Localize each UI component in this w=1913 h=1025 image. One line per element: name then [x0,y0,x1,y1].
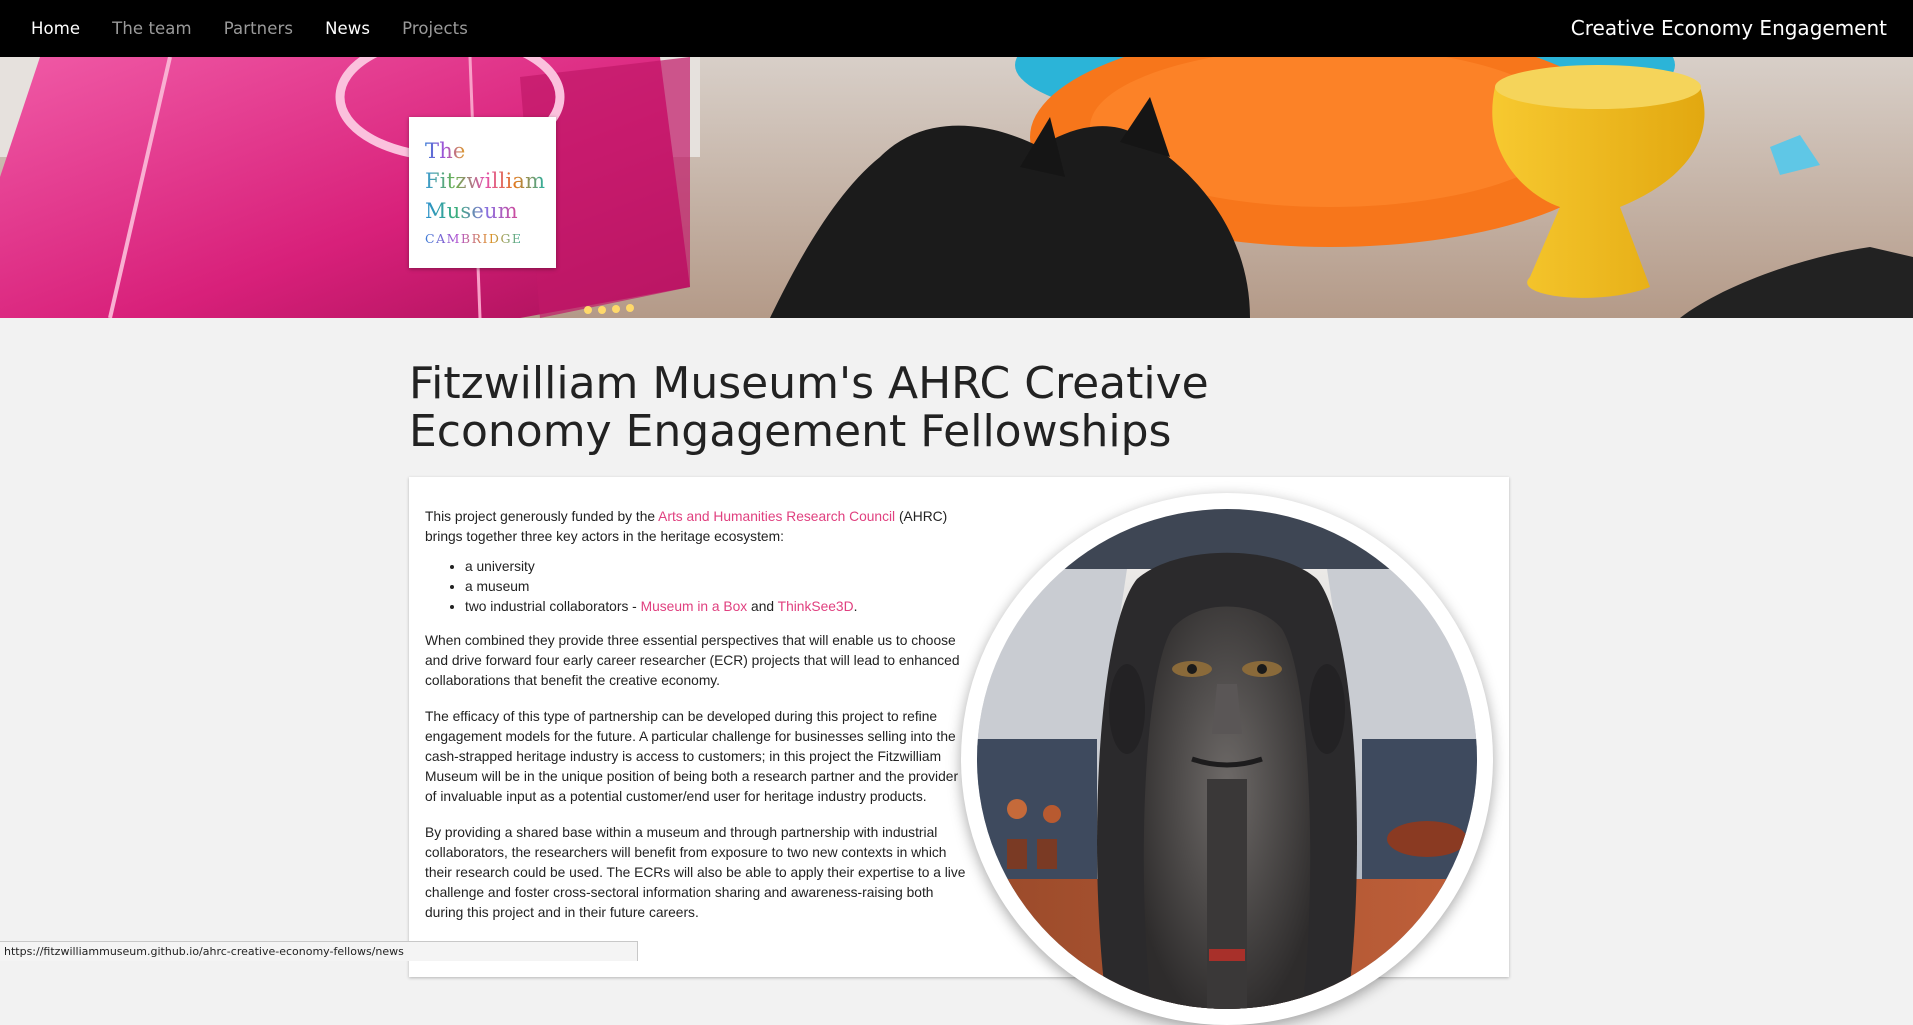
intro-text-before: This project generously funded by the [425,509,659,524]
list-item: a university [465,557,970,577]
paragraph-perspectives: When combined they provide three essenti… [425,633,960,688]
site-brand[interactable]: Creative Economy Engagement [1571,16,1887,40]
logo-text-museum: Museum [425,199,518,223]
list-item-text: two industrial collaborators - [465,599,641,614]
nav-link-partners[interactable]: Partners [224,19,293,38]
logo-text-cambridge: CAMBRIDGE [425,231,523,246]
hero-banner: The Fitzwilliam Museum CAMBRIDGE [0,57,1913,318]
nav-link-home[interactable]: Home [31,19,80,38]
actors-list: a university a museum two industrial col… [425,557,970,617]
paragraph-shared-base: By providing a shared base within a muse… [425,825,966,920]
list-item-text: and [747,599,778,614]
nav-links: Home The team Partners News Projects [31,19,500,38]
sarcophagus-image [961,493,1493,1025]
list-item: a museum [465,577,970,597]
top-navbar: Home The team Partners News Projects Cre… [0,0,1913,57]
intro-paragraph: This project generously funded by the Ar… [425,507,970,547]
logo-text-the: The [425,139,466,163]
hero-photo [0,57,1913,318]
nav-link-news[interactable]: News [325,19,370,38]
list-item-text: . [853,599,858,614]
nav-link-projects[interactable]: Projects [402,19,468,38]
thinksee3d-link[interactable]: ThinkSee3D [778,599,854,614]
sarcophagus-photo [977,509,1477,1009]
browser-status-bar: https://fitzwilliammuseum.github.io/ahrc… [0,941,638,961]
paragraph-efficacy: The efficacy of this type of partnership… [425,709,959,804]
content-card: This project generously funded by the Ar… [409,477,1509,1025]
museum-in-a-box-link[interactable]: Museum in a Box [641,599,748,614]
list-item: two industrial collaborators - Museum in… [465,597,970,617]
nav-link-the-team[interactable]: The team [112,19,192,38]
intro-text: This project generously funded by the Ar… [425,507,970,939]
page-title: Fitzwilliam Museum's AHRC Creative Econo… [409,358,1209,457]
fitzwilliam-logo[interactable]: The Fitzwilliam Museum CAMBRIDGE [409,117,556,268]
ahrc-link[interactable]: Arts and Humanities Research Council [658,509,895,524]
logo-text-fitzwilliam: Fitzwilliam [425,169,546,193]
